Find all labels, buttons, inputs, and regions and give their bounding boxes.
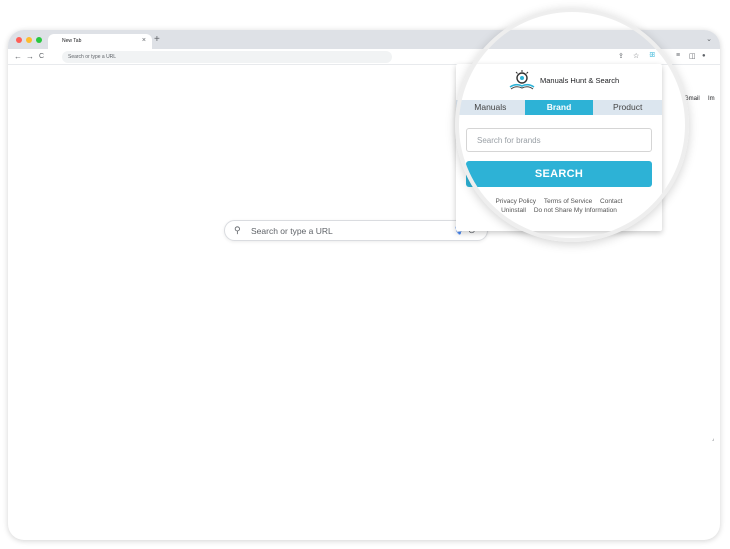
extension-icon[interactable]: ꕥ: [649, 52, 656, 60]
contact-link[interactable]: Contact: [600, 198, 622, 205]
window-controls: [16, 37, 42, 43]
back-icon[interactable]: ←: [14, 52, 22, 61]
ntp-search-box[interactable]: ⚲ Search or type a URL 🎙 ⊙: [224, 220, 488, 241]
profile-icon[interactable]: ●: [702, 53, 706, 59]
brand-search-placeholder: Search for brands: [477, 136, 541, 145]
brand-name: Manuals Hunt & Search: [540, 76, 620, 85]
media-icon[interactable]: ≡: [676, 52, 680, 59]
new-tab-button[interactable]: +: [154, 34, 160, 45]
tab-manuals[interactable]: Manuals: [456, 100, 525, 115]
footer-links-row2: Uninstall Do not Share My Information: [456, 207, 662, 214]
close-window-button[interactable]: [16, 37, 22, 43]
close-icon[interactable]: ×: [142, 37, 146, 44]
share-icon[interactable]: ⇪: [618, 52, 624, 60]
uninstall-link[interactable]: Uninstall: [501, 207, 526, 214]
tab-brand[interactable]: Brand: [524, 100, 594, 115]
toolbar: ← → C Search or type a URL ⇪ ☆ ꕥ ≡ ◫ ●: [8, 49, 720, 65]
privacy-policy-link[interactable]: Privacy Policy: [496, 198, 536, 205]
star-icon[interactable]: ☆: [633, 52, 639, 60]
address-bar[interactable]: Search or type a URL: [62, 51, 392, 63]
chevron-down-icon[interactable]: ⌄: [706, 35, 712, 43]
search-icon: ⚲: [234, 225, 241, 235]
search-button[interactable]: SEARCH: [466, 161, 652, 187]
browser-window: New Tab × + ⌄ ← → C Search or type a URL…: [8, 30, 720, 540]
minimize-window-button[interactable]: [26, 37, 32, 43]
extension-popup: Manuals Hunt & Search Manuals Brand Prod…: [456, 64, 662, 231]
terms-of-service-link[interactable]: Terms of Service: [544, 198, 592, 205]
ntp-search-placeholder: Search or type a URL: [251, 226, 333, 236]
brand-search-input[interactable]: Search for brands: [466, 128, 652, 152]
forward-icon[interactable]: →: [26, 52, 34, 61]
maximize-window-button[interactable]: [36, 37, 42, 43]
images-link[interactable]: Im: [708, 96, 715, 102]
tab-title: New Tab: [62, 38, 82, 44]
footer-links-row1: Privacy Policy Terms of Service Contact: [456, 198, 662, 205]
address-placeholder: Search or type a URL: [68, 54, 117, 60]
gmail-link[interactable]: Gmail: [684, 96, 700, 102]
do-not-share-link[interactable]: Do not Share My Information: [534, 207, 617, 214]
manuals-hunt-logo-icon: [509, 70, 535, 90]
side-panel-icon[interactable]: ◫: [689, 52, 696, 60]
popup-tabs: Manuals Brand Product: [456, 100, 662, 115]
tab-product[interactable]: Product: [593, 100, 662, 115]
reload-icon[interactable]: C: [39, 53, 44, 60]
resize-handle-icon: ⌟: [712, 436, 715, 442]
tab-strip: New Tab × + ⌄: [8, 30, 720, 49]
tab-new-tab[interactable]: New Tab ×: [48, 34, 152, 49]
